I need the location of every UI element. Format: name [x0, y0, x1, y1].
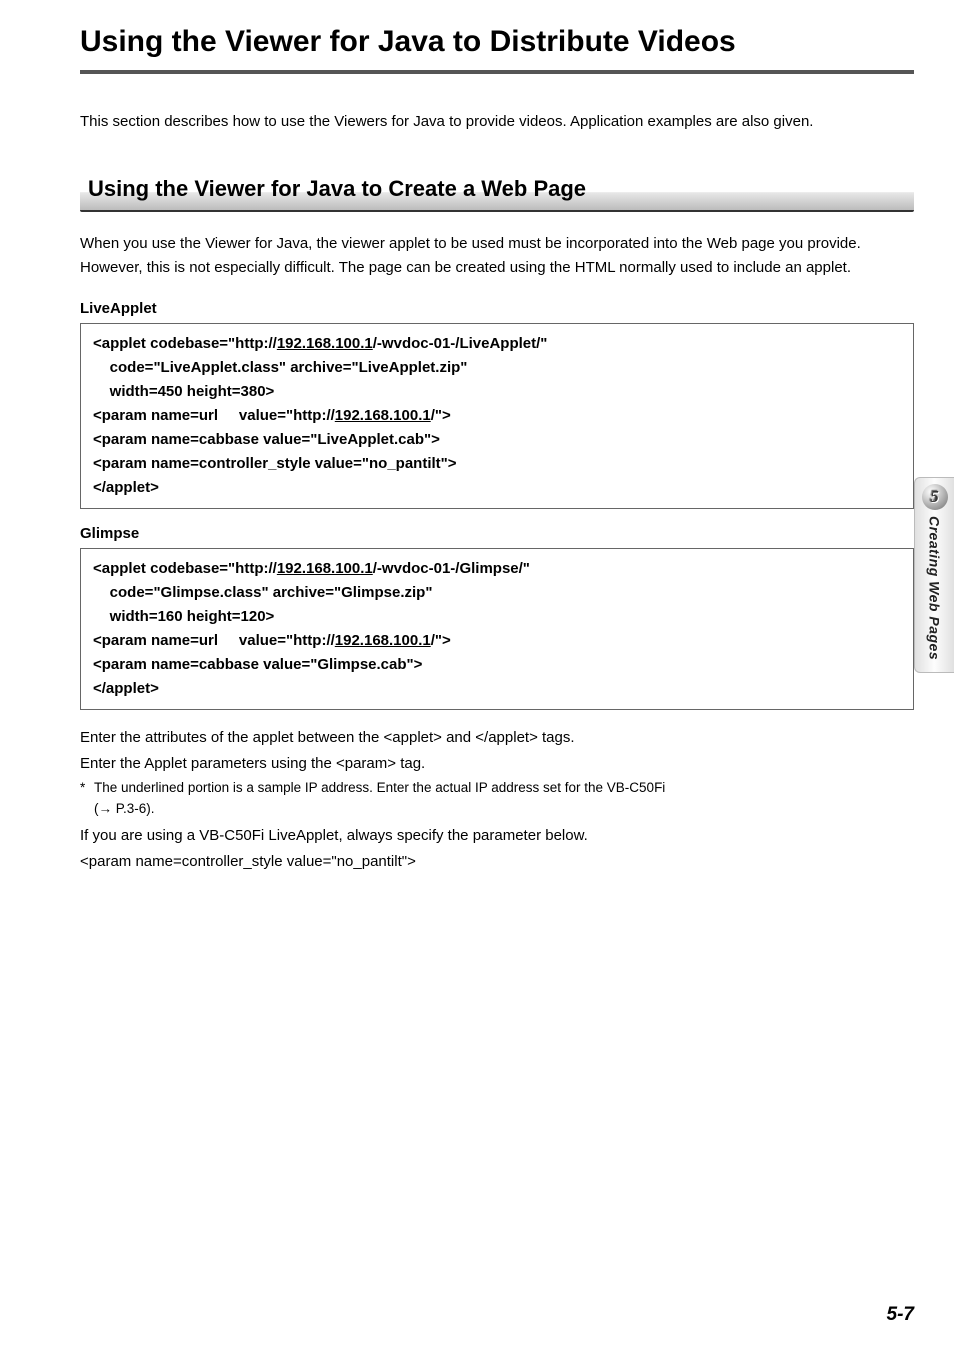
code-line: </applet>	[93, 479, 159, 496]
code-line: width=160 height=120>	[93, 608, 274, 625]
glimpse-code-block: <applet codebase="http://192.168.100.1/-…	[80, 548, 914, 710]
arrow-icon: →	[99, 801, 113, 816]
code-line: </applet>	[93, 680, 159, 697]
code-line: code="Glimpse.class" archive="Glimpse.zi…	[93, 584, 432, 601]
code-line: <param name=url value="http://	[93, 407, 335, 424]
note-reference: (→ P.3-6).	[94, 798, 914, 820]
code-line: <param name=url value="http://	[93, 632, 335, 649]
note-asterisk: * The underlined portion is a sample IP …	[80, 778, 914, 798]
code-line: <param name=cabbase value="LiveApplet.ca…	[93, 431, 440, 448]
note-line: <param name=controller_style value="no_p…	[80, 850, 914, 874]
chapter-tab: 5 Creating Web Pages	[914, 477, 954, 673]
glimpse-label: Glimpse	[80, 525, 914, 542]
code-line: <applet codebase="http://	[93, 560, 277, 577]
sample-ip: 192.168.100.1	[335, 407, 431, 424]
code-line: /">	[431, 407, 451, 424]
section-heading: Using the Viewer for Java to Create a We…	[80, 170, 914, 212]
chapter-title-vertical: Creating Web Pages	[927, 516, 943, 660]
section-body: When you use the Viewer for Java, the vi…	[80, 232, 914, 280]
code-line: <param name=cabbase value="Glimpse.cab">	[93, 656, 422, 673]
page-number: 5-7	[887, 1304, 914, 1326]
page: Using the Viewer for Java to Distribute …	[0, 0, 954, 1352]
asterisk-mark: *	[80, 778, 94, 798]
liveapplet-label: LiveApplet	[80, 300, 914, 317]
sample-ip: 192.168.100.1	[277, 335, 373, 352]
note-line: Enter the Applet parameters using the <p…	[80, 752, 914, 776]
code-line: code="LiveApplet.class" archive="LiveApp…	[93, 359, 467, 376]
page-ref: P.3-6).	[112, 801, 155, 816]
page-title: Using the Viewer for Java to Distribute …	[80, 24, 914, 74]
sample-ip: 192.168.100.1	[277, 560, 373, 577]
chapter-number-badge: 5	[922, 484, 948, 510]
code-line: width=450 height=380>	[93, 383, 274, 400]
note-asterisk-body: The underlined portion is a sample IP ad…	[94, 778, 914, 798]
code-line: /-wvdoc-01-/Glimpse/"	[373, 560, 530, 577]
code-line: <param name=controller_style value="no_p…	[93, 455, 457, 472]
note-line: If you are using a VB-C50Fi LiveApplet, …	[80, 824, 914, 848]
intro-paragraph: This section describes how to use the Vi…	[80, 110, 914, 134]
note-line: Enter the attributes of the applet betwe…	[80, 726, 914, 750]
sample-ip: 192.168.100.1	[335, 632, 431, 649]
notes-block: Enter the attributes of the applet betwe…	[80, 726, 914, 874]
code-line: /">	[431, 632, 451, 649]
code-line: /-wvdoc-01-/LiveApplet/"	[373, 335, 548, 352]
liveapplet-code-block: <applet codebase="http://192.168.100.1/-…	[80, 323, 914, 509]
code-line: <applet codebase="http://	[93, 335, 277, 352]
